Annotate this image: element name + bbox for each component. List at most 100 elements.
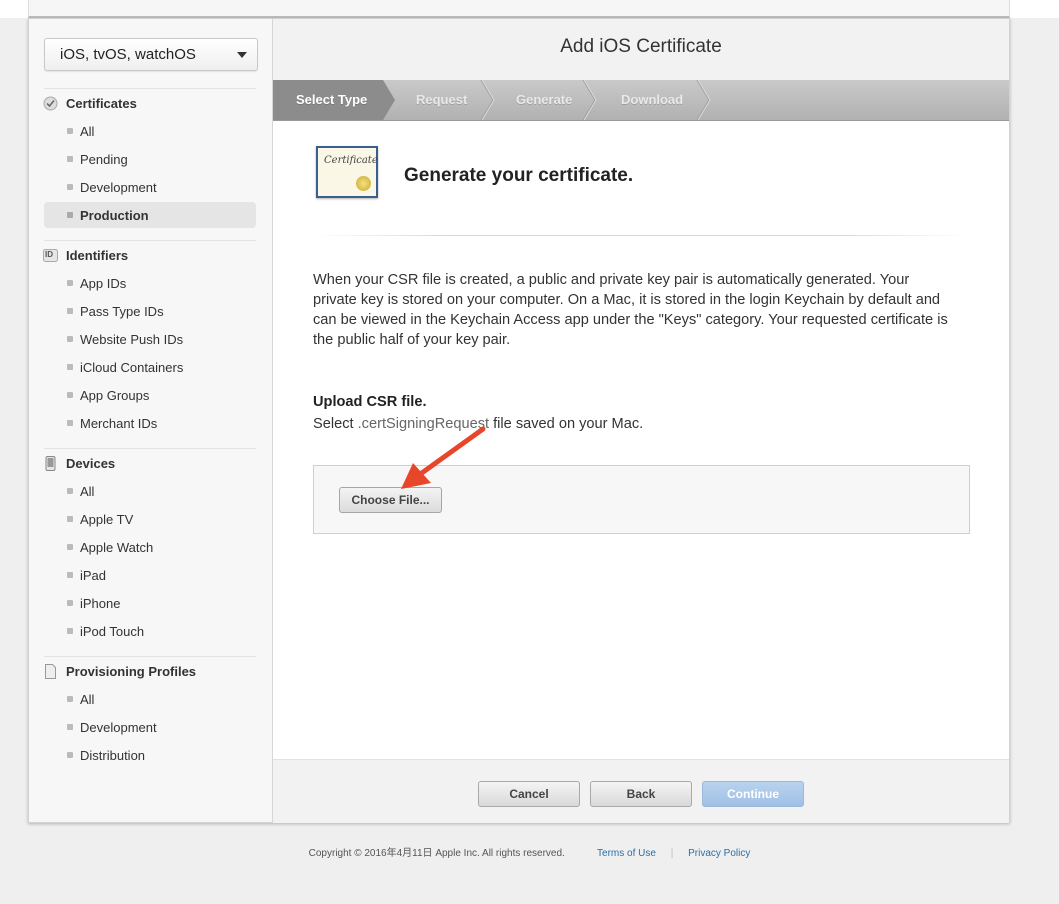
section-identifiers[interactable]: ID Identifiers xyxy=(43,245,128,265)
bullet-icon xyxy=(67,308,73,314)
divider xyxy=(44,656,256,657)
main-panel: Add iOS Certificate Select Type Request … xyxy=(273,19,1009,823)
id-icon-text: ID xyxy=(45,249,53,259)
bullet-icon xyxy=(67,392,73,398)
sidebar-item-label: Apple Watch xyxy=(80,540,154,555)
footer-separator: | xyxy=(670,848,674,859)
bullet-icon xyxy=(67,420,73,426)
certificate-icon-text: Certificate xyxy=(324,155,378,166)
page-footer: Copyright © 2016年4月11日 Apple Inc. All ri… xyxy=(0,844,1059,859)
sidebar-item-profiles-development[interactable]: Development xyxy=(44,714,256,740)
bullet-icon xyxy=(67,364,73,370)
sidebar-item-label: All xyxy=(80,692,95,707)
sidebar-item-label: Production xyxy=(80,208,149,223)
section-heading: Generate your certificate. xyxy=(404,165,634,186)
sidebar-item-label: Development xyxy=(80,720,157,735)
sidebar-item-label: iPad xyxy=(80,568,107,583)
sidebar-item-label: App IDs xyxy=(80,276,127,291)
section-provisioning-profiles[interactable]: Provisioning Profiles xyxy=(43,661,196,681)
app-window: iOS, tvOS, watchOS Certificates All Pend… xyxy=(28,18,1010,823)
annotation-arrow-icon xyxy=(401,426,486,489)
section-title: Identifiers xyxy=(66,247,129,263)
divider xyxy=(44,448,256,449)
bullet-icon xyxy=(67,696,73,702)
page-title-bar: Add iOS Certificate xyxy=(273,19,1009,81)
bullet-icon xyxy=(67,184,73,190)
sidebar-item-label: App Groups xyxy=(80,388,150,403)
sidebar-item-merchant-ids[interactable]: Merchant IDs xyxy=(44,410,256,436)
sidebar-item-label: Development xyxy=(80,180,157,195)
upload-sub-prefix: Select xyxy=(313,416,358,432)
sidebar-item-label: Apple TV xyxy=(80,512,134,527)
sidebar-item-label: Website Push IDs xyxy=(80,332,184,347)
divider xyxy=(313,235,969,236)
bullet-icon xyxy=(67,600,73,606)
sidebar-item-app-groups[interactable]: App Groups xyxy=(44,382,256,408)
sidebar-item-certificates-development[interactable]: Development xyxy=(44,174,256,200)
step-separators xyxy=(480,80,711,120)
section-certificates[interactable]: Certificates xyxy=(43,93,137,113)
sidebar-item-icloud-containers[interactable]: iCloud Containers xyxy=(44,354,256,380)
sidebar-item-pass-type-ids[interactable]: Pass Type IDs xyxy=(44,298,256,324)
step-indicator: Select Type Request Generate Download xyxy=(273,80,1009,121)
bullet-icon xyxy=(67,628,73,634)
sidebar-item-apple-watch[interactable]: Apple Watch xyxy=(44,534,256,560)
section-title: Certificates xyxy=(66,95,137,111)
section-devices[interactable]: Devices xyxy=(43,453,115,473)
divider xyxy=(44,240,256,241)
terms-of-use-link[interactable]: Terms of Use xyxy=(597,848,656,859)
bullet-icon xyxy=(67,724,73,730)
bullet-icon xyxy=(67,488,73,494)
section-title: Devices xyxy=(66,455,116,471)
certificate-check-icon xyxy=(43,96,58,111)
bullet-icon xyxy=(67,336,73,342)
id-badge-icon: ID xyxy=(43,248,58,263)
sidebar-item-iphone[interactable]: iPhone xyxy=(44,590,256,616)
sidebar-item-label: Distribution xyxy=(80,748,146,763)
sidebar-item-label: All xyxy=(80,484,95,499)
sidebar-item-certificates-pending[interactable]: Pending xyxy=(44,146,256,172)
device-icon xyxy=(43,455,58,471)
bullet-icon xyxy=(67,280,73,286)
continue-button[interactable]: Continue xyxy=(702,781,804,807)
divider xyxy=(44,88,256,89)
sidebar-item-label: Pending xyxy=(80,152,128,167)
sidebar-item-profiles-distribution[interactable]: Distribution xyxy=(44,742,256,768)
sidebar-item-certificates-production[interactable]: Production xyxy=(44,202,256,228)
upload-sub-suffix: file saved on your Mac. xyxy=(489,416,644,432)
sidebar-item-label: Pass Type IDs xyxy=(80,304,164,319)
sidebar-item-label: Merchant IDs xyxy=(80,416,158,431)
sidebar-item-certificates-all[interactable]: All xyxy=(44,118,256,144)
sidebar-item-app-ids[interactable]: App IDs xyxy=(44,270,256,296)
certificate-icon: Certificate xyxy=(316,146,378,198)
description-text: When your CSR file is created, a public … xyxy=(313,272,948,348)
page-title: Add iOS Certificate xyxy=(560,36,722,57)
platform-select-label: iOS, tvOS, watchOS xyxy=(60,46,196,63)
bullet-icon xyxy=(67,212,73,218)
bullet-icon xyxy=(67,544,73,550)
sidebar-item-label: All xyxy=(80,124,95,139)
section-title: Provisioning Profiles xyxy=(66,663,197,679)
sidebar-item-label: iPod Touch xyxy=(80,624,145,639)
chevron-down-icon xyxy=(237,52,247,58)
sidebar-item-profiles-all[interactable]: All xyxy=(44,686,256,712)
privacy-policy-link[interactable]: Privacy Policy xyxy=(688,848,750,859)
upload-title: Upload CSR file. xyxy=(313,394,427,410)
sidebar: iOS, tvOS, watchOS Certificates All Pend… xyxy=(29,19,273,822)
document-icon xyxy=(43,663,58,679)
cancel-button[interactable]: Cancel xyxy=(478,781,580,807)
back-button[interactable]: Back xyxy=(590,781,692,807)
platform-select[interactable]: iOS, tvOS, watchOS xyxy=(44,38,258,71)
sidebar-item-website-push-ids[interactable]: Website Push IDs xyxy=(44,326,256,352)
sidebar-item-label: iCloud Containers xyxy=(80,360,184,375)
sidebar-item-label: iPhone xyxy=(80,596,121,611)
bullet-icon xyxy=(67,156,73,162)
action-bar: Cancel Back Continue xyxy=(273,759,1009,823)
sidebar-item-ipod-touch[interactable]: iPod Touch xyxy=(44,618,256,644)
bullet-icon xyxy=(67,128,73,134)
sidebar-item-apple-tv[interactable]: Apple TV xyxy=(44,506,256,532)
copyright-text: Copyright © 2016年4月11日 Apple Inc. All ri… xyxy=(308,848,565,859)
bullet-icon xyxy=(67,752,73,758)
sidebar-item-devices-all[interactable]: All xyxy=(44,478,256,504)
sidebar-item-ipad[interactable]: iPad xyxy=(44,562,256,588)
